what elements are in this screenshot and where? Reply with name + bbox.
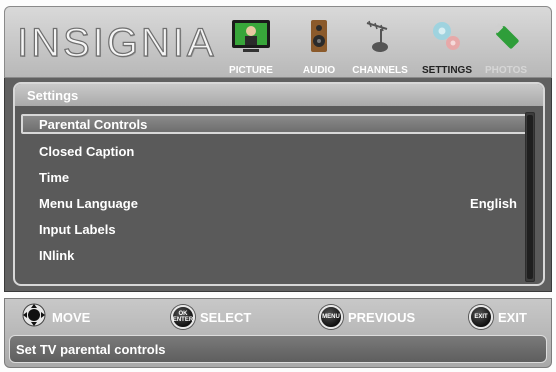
usb-drive-icon xyxy=(489,19,523,58)
tab-label: PICTURE xyxy=(229,65,273,76)
antenna-icon xyxy=(363,19,397,58)
tab-settings[interactable]: SETTINGS xyxy=(419,15,475,77)
tab-label: CHANNELS xyxy=(352,65,408,76)
gears-icon xyxy=(429,19,465,58)
tab-label: PHOTOS xyxy=(484,65,528,76)
hint-label: SELECT xyxy=(200,309,252,325)
menu-item-label: INlink xyxy=(39,248,75,263)
menu-item-label: Parental Controls xyxy=(39,117,148,132)
tab-channels[interactable]: CHANNELS xyxy=(349,15,411,77)
tab-photos[interactable]: PHOTOS xyxy=(481,15,531,77)
menu-language-value: English xyxy=(470,196,517,211)
menu-item-closed-caption[interactable]: Closed Caption xyxy=(21,140,531,166)
menu-item-label: Closed Caption xyxy=(39,144,135,159)
settings-panel-frame: Settings Parental Controls Closed Captio… xyxy=(13,82,545,286)
dpad-icon xyxy=(21,302,47,333)
menu-item-label: Input Labels xyxy=(39,222,116,237)
exit-button-icon: EXIT xyxy=(469,305,493,329)
speaker-icon xyxy=(309,19,329,58)
menu-item-label: Time xyxy=(39,170,70,185)
hint-move: MOVE xyxy=(21,303,91,329)
menu-item-parental-controls[interactable]: Parental Controls xyxy=(21,114,531,134)
tab-audio[interactable]: AUDIO xyxy=(297,15,341,77)
menu-scrollbar[interactable] xyxy=(525,112,535,282)
menu-item-time[interactable]: Time xyxy=(21,166,531,192)
menu-button-icon: MENU xyxy=(319,305,343,329)
hint-label: EXIT xyxy=(498,309,527,325)
settings-menu: Parental Controls Closed Caption Time Me… xyxy=(21,114,531,270)
tv-picture-icon xyxy=(231,19,271,58)
menu-footer: MOVE OK ENTER SELECT MENU PREVIOUS EXIT … xyxy=(4,298,552,368)
menu-header: INSIGNIA PICTURE AUDIO CHANNELS SETTINGS… xyxy=(4,6,552,78)
scrollbar-thumb[interactable] xyxy=(527,115,533,279)
menu-item-inlink[interactable]: INlink xyxy=(21,244,531,270)
hint-select: OK ENTER SELECT xyxy=(171,305,251,329)
hint-label: PREVIOUS xyxy=(348,309,416,325)
menu-item-label: Menu Language xyxy=(39,196,138,211)
status-message: Set TV parental controls xyxy=(9,335,547,363)
tv-menu-screen: INSIGNIA PICTURE AUDIO CHANNELS SETTINGS… xyxy=(0,0,556,372)
settings-panel: Settings Parental Controls Closed Captio… xyxy=(4,78,552,292)
menu-item-menu-language[interactable]: Menu Language English xyxy=(21,192,531,218)
panel-title: Settings xyxy=(15,84,543,106)
tab-label: SETTINGS xyxy=(421,65,472,76)
menu-item-input-labels[interactable]: Input Labels xyxy=(21,218,531,244)
hint-label: MOVE xyxy=(52,309,91,325)
ok-enter-button-icon: OK ENTER xyxy=(171,305,195,329)
tab-picture[interactable]: PICTURE xyxy=(223,15,279,77)
insignia-logo: INSIGNIA xyxy=(16,20,217,65)
hint-previous: MENU PREVIOUS xyxy=(319,305,415,329)
tab-label: AUDIO xyxy=(302,65,336,76)
hint-exit: EXIT EXIT xyxy=(469,305,527,329)
